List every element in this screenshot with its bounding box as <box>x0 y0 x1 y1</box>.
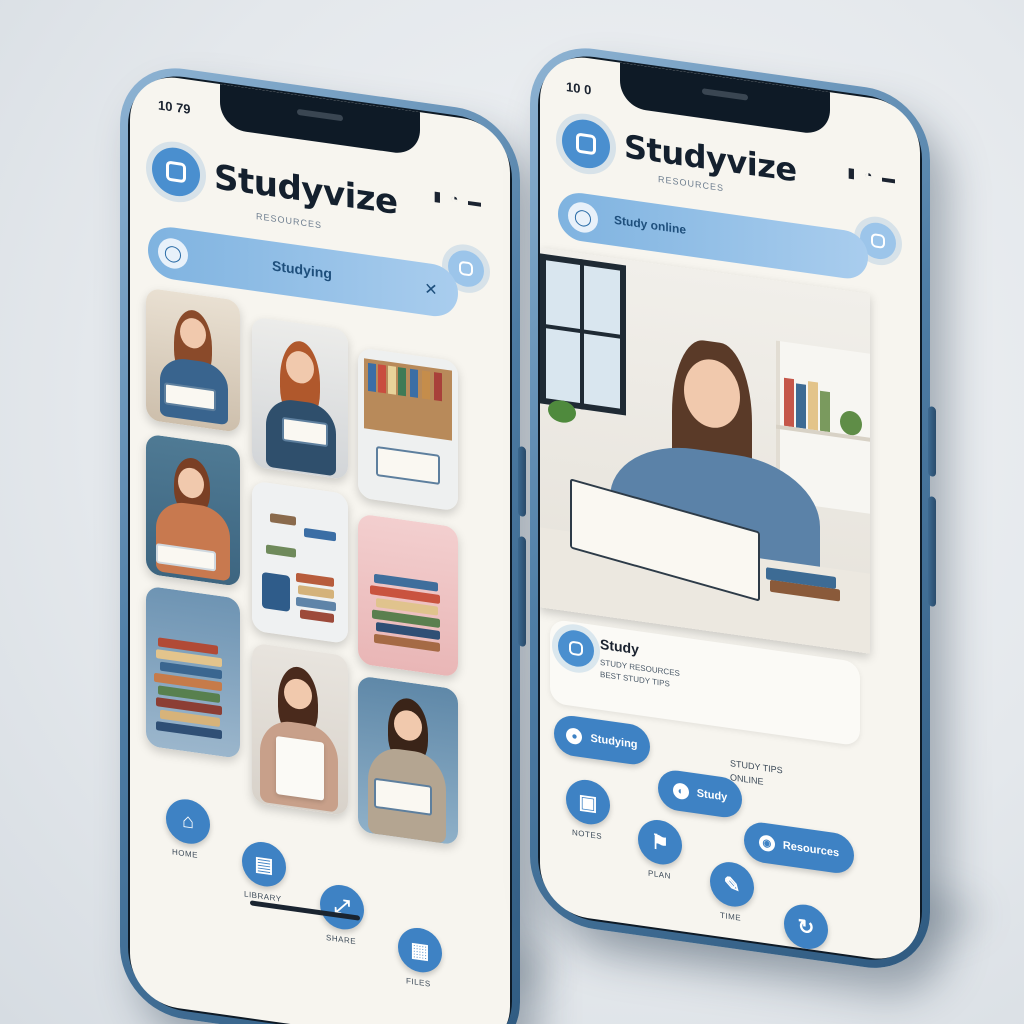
study-label: Study <box>696 787 728 804</box>
studying-label: Studying <box>590 732 638 752</box>
nav-label-notes: NOTES <box>572 827 603 842</box>
share-icon[interactable]: ⤢ <box>320 882 364 933</box>
nav-label-share: SHARE <box>326 932 357 947</box>
home-icon[interactable]: ⌂ <box>166 796 210 847</box>
app-title: Studyvize <box>624 127 797 190</box>
refresh-icon[interactable]: ↻ <box>784 901 828 952</box>
nav-label-plan: PLAN <box>648 868 671 881</box>
card-title: Study <box>600 635 639 658</box>
nav-label-home: HOME <box>172 847 198 860</box>
book-icon[interactable]: ▤ <box>242 839 286 890</box>
status-time: 10 0 <box>566 79 592 98</box>
app-logo-icon[interactable] <box>562 116 610 172</box>
photo-card-6[interactable] <box>358 513 458 678</box>
right-phone-screen: 10 0 ▮ ◔ ▬ Studyvize RESOURCES ◯ Study o… <box>540 51 920 965</box>
photo-card-3[interactable] <box>358 347 458 512</box>
photo-card-1[interactable] <box>146 287 240 433</box>
folder-icon[interactable]: ▦ <box>398 925 442 976</box>
app-subtitle: RESOURCES <box>256 211 323 231</box>
nav-label-files: FILES <box>406 976 431 989</box>
right-phone: 10 0 ▮ ◔ ▬ Studyvize RESOURCES ◯ Study o… <box>530 40 936 977</box>
search-icon[interactable]: ◯ <box>158 236 188 271</box>
studying-icon: ● <box>566 727 583 746</box>
nav-label-time: TIME <box>720 910 742 923</box>
studying-button[interactable]: ● Studying <box>554 713 650 767</box>
left-phone-side-button[interactable] <box>518 445 526 518</box>
app-logo-icon[interactable] <box>152 144 200 200</box>
right-phone-volume-button[interactable] <box>928 495 936 608</box>
calendar-icon[interactable]: ▣ <box>566 777 610 828</box>
hero-image[interactable] <box>540 247 870 654</box>
photo-card-2[interactable] <box>252 316 348 481</box>
photo-card-5[interactable] <box>252 480 348 645</box>
search-icon[interactable]: ◯ <box>568 200 598 235</box>
search-text: Studying <box>272 257 332 282</box>
search-text: Study online <box>614 212 686 237</box>
left-phone-notch <box>220 84 420 157</box>
resources-icon: ◉ <box>758 834 775 853</box>
note-icon[interactable]: ✎ <box>710 859 754 910</box>
status-icons: ▮ ◔ ▬ <box>847 164 898 187</box>
photo-card-7[interactable] <box>146 585 240 759</box>
left-phone-volume-button[interactable] <box>518 535 526 648</box>
resources-label: Resources <box>782 839 840 860</box>
nav-label-done: DONE <box>792 952 818 965</box>
resources-button[interactable]: ◉ Resources <box>744 820 854 876</box>
status-time: 10 79 <box>158 97 191 117</box>
close-icon[interactable]: ✕ <box>416 273 446 307</box>
app-title: Studyvize <box>214 157 398 224</box>
study-icon: ◐ <box>672 782 689 801</box>
left-phone-screen: 10 79 ▮ ◔ ▬ Studyvize RESOURCES ◯ Studyi… <box>130 71 510 1024</box>
card-logo-icon <box>558 627 594 669</box>
right-phone-side-button[interactable] <box>928 405 936 478</box>
right-phone-notch <box>620 62 830 137</box>
photo-card-9[interactable] <box>358 675 458 846</box>
photo-card-4[interactable] <box>146 433 240 587</box>
photo-card-8[interactable] <box>252 642 348 817</box>
bookmark-icon[interactable]: ⚑ <box>638 817 682 868</box>
status-icons: ▮ ◔ ▬ <box>433 188 484 211</box>
left-phone: 10 79 ▮ ◔ ▬ Studyvize RESOURCES ◯ Studyi… <box>120 60 526 1024</box>
